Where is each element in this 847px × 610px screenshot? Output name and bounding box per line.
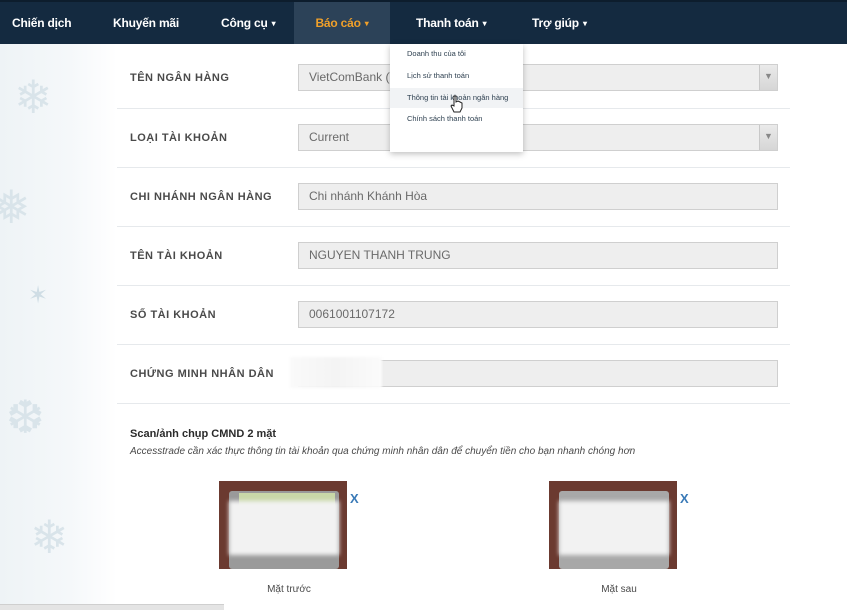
snowflake-icon: ❄ [30, 511, 69, 563]
delete-front-photo-button[interactable]: X [350, 491, 359, 506]
field-label: LOẠI TÀI KHOẢN [130, 132, 228, 144]
decorative-background: ❄ ❅ ✶ ❆ ❄ [0, 44, 117, 609]
snowflake-icon: ✶ [28, 282, 49, 309]
nav-item-khuyen-mai[interactable]: Khuyến mãi [113, 2, 179, 44]
account-number-field[interactable]: 0061001107172 [298, 301, 778, 328]
menu-item-label: Lịch sử thanh toán [407, 71, 470, 80]
form-row-id-number: CHỨNG MINH NHÂN DÂN [117, 344, 790, 404]
field-label: TÊN TÀI KHOẢN [130, 250, 223, 262]
menu-item-label: Doanh thu của tôi [407, 49, 466, 58]
chevron-down-icon[interactable]: ▼ [759, 125, 777, 150]
field-value: Chi nhánh Khánh Hòa [309, 189, 428, 203]
scan-title: Scan/ảnh chụp CMND 2 mặt [130, 428, 277, 440]
select-value: Current [309, 130, 350, 144]
top-navbar: Chiến dịch Khuyến mãi Công cụ ▾ Báo cáo ▾ … [0, 0, 847, 44]
field-label: TÊN NGÂN HÀNG [130, 72, 230, 84]
back-photo-caption: Mặt sau [601, 584, 637, 595]
account-type-select[interactable]: Current ▼ [298, 124, 778, 151]
scan-description: Accesstrade cần xác thực thông tin tài k… [130, 446, 636, 457]
field-label: CHỨNG MINH NHÂN DÂN [130, 368, 274, 380]
nav-item-chien-dich[interactable]: Chiến dịch [12, 2, 72, 44]
chevron-down-icon[interactable]: ▼ [759, 65, 777, 90]
snowflake-icon: ❆ [6, 391, 45, 443]
select-value: VietComBank (V [309, 70, 398, 84]
nav-item-label: Trợ giúp [532, 16, 579, 30]
nav-item-label: Khuyến mãi [113, 16, 180, 30]
caret-down-icon: ▾ [582, 19, 587, 28]
form-row-branch: CHI NHÁNH NGÂN HÀNG Chi nhánh Khánh Hòa [117, 167, 790, 227]
redacted-overlay [229, 501, 339, 555]
redacted-overlay [559, 501, 669, 555]
bank-name-select[interactable]: VietComBank (V ▼ [298, 64, 778, 91]
nav-item-bao-cao[interactable]: Báo cáo ▾ [294, 2, 390, 44]
account-name-field[interactable]: NGUYEN THANH TRUNG [298, 242, 778, 269]
caret-down-icon: ▾ [364, 19, 369, 28]
nav-item-label: Chiến dịch [12, 16, 72, 30]
caret-down-icon: ▾ [482, 19, 487, 28]
snowflake-icon: ❅ [0, 181, 31, 233]
field-label: SỐ TÀI KHOẢN [130, 309, 217, 321]
horizontal-scrollbar[interactable] [0, 604, 224, 610]
field-value: 0061001107172 [309, 307, 395, 321]
nav-item-thanh-toan[interactable]: Thanh toán ▾ [416, 2, 487, 44]
id-back-photo [549, 481, 677, 569]
menu-item-doanh-thu[interactable]: Doanh thu của tôi [390, 44, 523, 64]
delete-back-photo-button[interactable]: X [680, 491, 689, 506]
branch-field[interactable]: Chi nhánh Khánh Hòa [298, 183, 778, 210]
menu-item-label: Chính sách thanh toán [407, 114, 483, 123]
redacted-overlay [290, 357, 382, 388]
field-value: NGUYEN THANH TRUNG [309, 248, 451, 262]
nav-item-label: Báo cáo [315, 16, 361, 30]
nav-item-tro-giup[interactable]: Trợ giúp ▾ [532, 2, 587, 44]
hand-cursor-icon [450, 95, 463, 113]
id-front-photo [219, 481, 347, 569]
snowflake-icon: ❄ [14, 71, 53, 123]
nav-item-label: Công cụ [221, 16, 268, 30]
nav-item-cong-cu[interactable]: Công cụ ▾ [221, 2, 276, 44]
menu-item-lich-su-thanh-toan[interactable]: Lịch sử thanh toán [390, 66, 523, 86]
nav-item-label: Thanh toán [416, 16, 479, 30]
form-row-account-number: SỐ TÀI KHOẢN 0061001107172 [117, 285, 790, 345]
field-label: CHI NHÁNH NGÂN HÀNG [130, 191, 273, 203]
form-row-account-name: TÊN TÀI KHOẢN NGUYEN THANH TRUNG [117, 226, 790, 286]
caret-down-icon: ▾ [271, 19, 276, 28]
front-photo-caption: Mặt trước [267, 584, 311, 595]
